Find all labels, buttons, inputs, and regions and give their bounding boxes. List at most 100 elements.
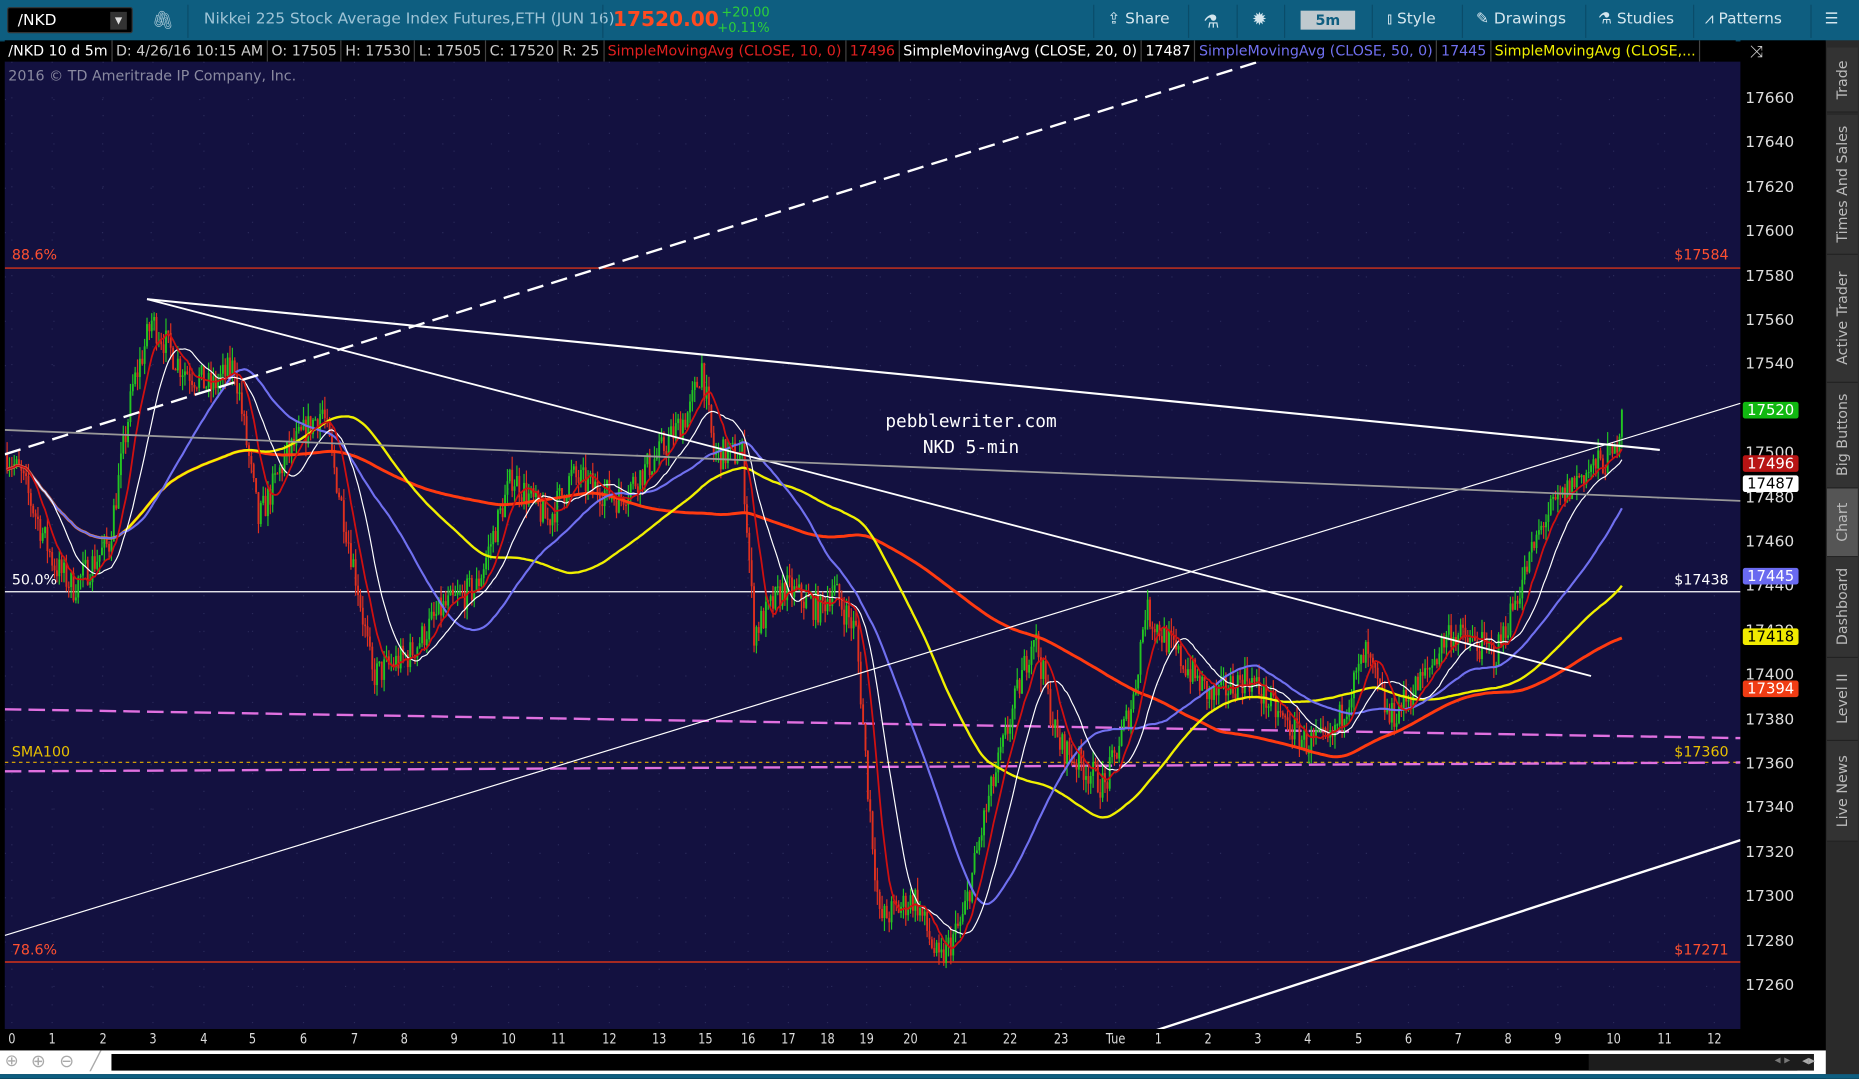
candle xyxy=(983,807,985,848)
candle-body xyxy=(1440,637,1443,654)
candle-body xyxy=(862,704,865,724)
side-tab-live-news[interactable]: Live News xyxy=(1826,740,1858,842)
candle-body xyxy=(561,488,563,496)
patterns-button[interactable]: ⩘ Patterns xyxy=(1705,11,1782,29)
candle xyxy=(1051,711,1054,736)
candle xyxy=(1153,623,1156,642)
candle-body xyxy=(1255,677,1258,682)
time-tick: 19 xyxy=(859,1030,874,1047)
expand-icon[interactable]: ◂▸ xyxy=(1802,1053,1815,1068)
candle-body xyxy=(693,381,696,391)
pencil-icon: ✎ xyxy=(1476,10,1494,29)
candle xyxy=(482,563,485,587)
candle xyxy=(480,574,483,587)
symbol-selector[interactable]: /NKD ▼ xyxy=(7,7,133,34)
side-tab-level-ii[interactable]: Level II xyxy=(1826,658,1858,741)
crosshair-icon[interactable]: ⊕ xyxy=(5,1052,19,1071)
candle-body xyxy=(753,586,755,646)
candle xyxy=(646,452,649,468)
side-tab-trade[interactable]: Trade xyxy=(1826,47,1858,113)
scroll-arrows-icon[interactable]: ◂ ▸ xyxy=(1775,1054,1791,1067)
side-tab-big-buttons[interactable]: Big Buttons xyxy=(1826,382,1858,489)
candle-body xyxy=(288,441,291,455)
candle xyxy=(1042,658,1045,685)
time-tick: 9 xyxy=(1554,1030,1562,1047)
candle xyxy=(1374,662,1377,679)
study-sma50[interactable]: SimpleMovingAvg (CLOSE, 50, 0) xyxy=(1195,40,1438,62)
candle xyxy=(667,427,670,466)
candle-body xyxy=(959,921,962,926)
gear-icon[interactable]: ✹ xyxy=(1252,8,1267,29)
candle-body xyxy=(1369,653,1372,658)
side-tab-dashboard[interactable]: Dashboard xyxy=(1826,557,1858,659)
horizontal-scrollbar[interactable]: ◂ ▸ xyxy=(111,1053,1814,1071)
chevron-down-icon[interactable]: ▼ xyxy=(110,11,127,30)
drawings-button[interactable]: ✎ Drawings xyxy=(1476,11,1566,29)
candle xyxy=(933,937,936,957)
zoom-in-icon[interactable]: ⊕ xyxy=(31,1050,46,1071)
candle xyxy=(340,495,343,501)
style-button[interactable]: ⫾ Style xyxy=(1387,11,1436,29)
price-tick: 17260 xyxy=(1745,976,1795,995)
candle-body xyxy=(855,620,857,626)
candle-body xyxy=(802,601,805,608)
side-tab-times-and-sales[interactable]: Times And Sales xyxy=(1826,115,1858,255)
candle xyxy=(1298,711,1301,758)
study-sma20[interactable]: SimpleMovingAvg (CLOSE, 20, 0) xyxy=(900,40,1142,62)
time-axis[interactable]: 0 1 2 3 4 5 6 7 8 9 10 11 12 13 15 16 17 18 19 20 21 22 23 Tue 1… xyxy=(0,1029,1741,1051)
candle xyxy=(1039,647,1042,693)
side-tabs: Trade Times And Sales Active Trader Big But… xyxy=(1825,40,1859,1079)
candle-body xyxy=(1542,525,1545,528)
auto-scale-icon[interactable]: ⤨ xyxy=(1750,43,1763,62)
candle xyxy=(954,910,957,943)
zoom-out-icon[interactable]: ⊖ xyxy=(59,1050,74,1071)
candle xyxy=(691,381,694,412)
candle-body xyxy=(435,613,438,616)
draw-line-icon[interactable]: ╱ xyxy=(90,1050,101,1071)
side-tab-active-trader[interactable]: Active Trader xyxy=(1826,254,1858,383)
candle xyxy=(1545,514,1547,541)
candle-body xyxy=(997,752,1000,773)
candle-body xyxy=(791,577,793,598)
candle-body xyxy=(1554,496,1557,500)
candle-body xyxy=(826,598,829,612)
timeframe-button[interactable]: 5m xyxy=(1300,10,1356,30)
candle xyxy=(1101,760,1104,803)
candle-body xyxy=(874,849,876,881)
candle-body xyxy=(814,591,817,620)
candle xyxy=(655,448,658,461)
price-chart[interactable]: 2016 © TD Ameritrade IP Company, Inc. pe… xyxy=(4,61,1741,1030)
candle-body xyxy=(84,559,87,564)
share-button[interactable]: ⇪ Share xyxy=(1107,11,1169,29)
candle-body xyxy=(644,464,646,486)
candle-body xyxy=(226,357,229,377)
candle xyxy=(1464,614,1467,650)
flask-icon[interactable]: ⚗ xyxy=(1203,11,1219,32)
candle xyxy=(112,498,115,542)
candle-body xyxy=(1168,631,1170,653)
candle xyxy=(648,448,651,480)
study-sma-more[interactable]: SimpleMovingAvg (CLOSE,... xyxy=(1491,40,1701,62)
candle xyxy=(231,347,234,386)
link-icon[interactable]: 🖇 xyxy=(152,9,175,30)
candle-body xyxy=(480,578,483,586)
studies-button[interactable]: ⚗ Studies xyxy=(1598,11,1674,29)
time-tick: 0 xyxy=(8,1030,16,1047)
candle-body xyxy=(432,611,435,616)
candle-body xyxy=(1341,704,1344,727)
chart-info-bar: /NKD 10 d 5m D: 4/26/16 10:15 AM O: 1750… xyxy=(4,40,1736,62)
candle xyxy=(1573,475,1576,490)
menu-icon[interactable]: ☰ xyxy=(1825,11,1839,29)
candle xyxy=(146,317,148,349)
price-axis[interactable]: ⤨ 17660 17640 17620 17600 17580 17560 17540 175… xyxy=(1740,40,1826,1051)
candle-body xyxy=(1417,676,1419,691)
candle-body xyxy=(1360,654,1363,664)
candle-body xyxy=(570,469,573,477)
candle xyxy=(1606,432,1609,474)
study-sma10[interactable]: SimpleMovingAvg (CLOSE, 10, 0) xyxy=(604,40,847,62)
side-tab-chart[interactable]: Chart xyxy=(1826,488,1858,558)
candle-body xyxy=(489,544,492,547)
candle-body xyxy=(148,324,151,332)
candle xyxy=(357,574,359,606)
candle xyxy=(840,590,843,617)
